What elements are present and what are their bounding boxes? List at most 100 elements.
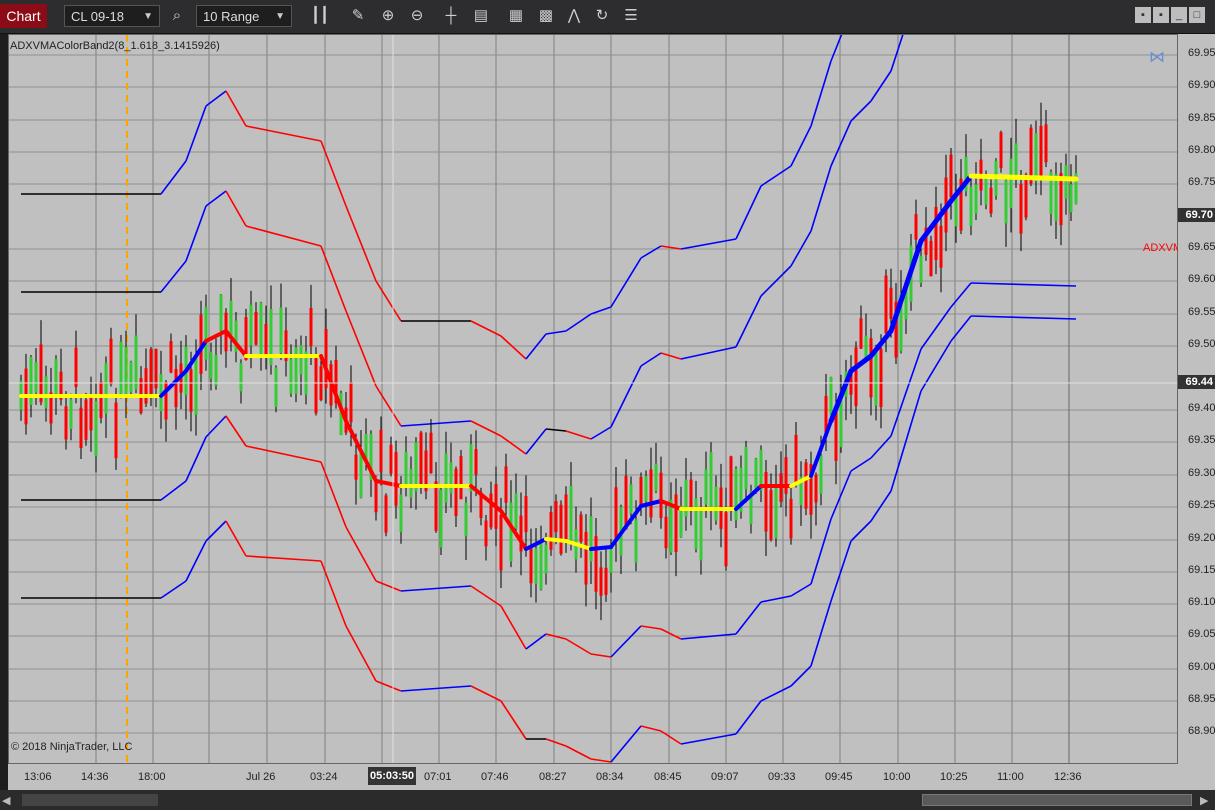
- chart-panel[interactable]: [8, 34, 1178, 764]
- band-segment: [790, 583, 812, 597]
- price-axis-label: 69.60: [1188, 273, 1215, 285]
- pencil-icon[interactable]: ✎: [347, 5, 369, 27]
- price-bar-body: [549, 512, 553, 550]
- price-bar-body: [104, 363, 108, 414]
- price-bar-body: [109, 338, 113, 385]
- adxvma-bands: [21, 35, 1077, 763]
- price-bar-body: [119, 341, 123, 398]
- price-bar-body: [239, 363, 243, 392]
- band-segment: [590, 426, 612, 440]
- price-axis-label: 68.95: [1188, 693, 1215, 705]
- band-segment: [160, 480, 187, 501]
- crosshair-icon[interactable]: ┼: [440, 5, 462, 27]
- price-bar-body: [1004, 180, 1008, 224]
- band-segment: [565, 638, 592, 655]
- horizontal-scrollbar[interactable]: ◀ ▶: [0, 790, 1215, 810]
- price-bar-body: [459, 456, 463, 500]
- price-bar-body: [579, 514, 583, 542]
- price-bar-body: [149, 349, 153, 396]
- price-bar-body: [969, 186, 973, 226]
- price-bar-body: [744, 446, 748, 490]
- scrollbar-track-left[interactable]: [22, 794, 158, 806]
- adxvma-segment: [544, 537, 568, 543]
- price-bar-body: [134, 335, 138, 390]
- band-segment: [890, 390, 922, 492]
- data-box-icon[interactable]: ▤: [470, 5, 492, 27]
- band-segment: [545, 330, 567, 335]
- band-segment: [225, 520, 247, 557]
- price-bar-body: [594, 536, 598, 592]
- minimize-icon[interactable]: _: [1171, 7, 1187, 23]
- chevron-down-icon: ▼: [275, 11, 285, 22]
- time-axis-label: 08:45: [654, 771, 682, 783]
- price-bar-body: [794, 434, 798, 483]
- time-axis-label: 12:36: [1054, 771, 1082, 783]
- refresh-icon[interactable]: ↻: [591, 5, 613, 27]
- adxvma-segment: [848, 353, 874, 374]
- maximize-icon[interactable]: □: [1189, 7, 1205, 23]
- price-bar-body: [819, 455, 823, 494]
- band-segment: [760, 685, 792, 702]
- price-bar-body: [784, 457, 788, 494]
- band-segment: [830, 470, 852, 520]
- time-axis-label: 08:34: [596, 771, 624, 783]
- band-segment: [185, 540, 207, 582]
- price-bar-body: [934, 206, 938, 261]
- price-bar-body: [814, 475, 818, 503]
- panel-expand-icon[interactable]: ⋈: [1149, 47, 1165, 67]
- drawing-tools-icon[interactable]: ⋀: [563, 5, 585, 27]
- price-bar-body: [1014, 143, 1018, 177]
- price-bar-body: [704, 469, 708, 505]
- price-axis-label: 69.05: [1188, 628, 1215, 640]
- price-axis-label: 69.25: [1188, 499, 1215, 511]
- price-bar-body: [529, 546, 533, 584]
- price-bar-body: [39, 344, 43, 403]
- price-bar-body: [219, 294, 223, 331]
- scroll-left-icon[interactable]: ◀: [2, 794, 10, 807]
- price-bar-body: [764, 471, 768, 532]
- indicators-icon[interactable]: ▦: [505, 5, 527, 27]
- zoom-in-icon[interactable]: ⊕: [377, 5, 399, 27]
- band-segment: [680, 238, 737, 250]
- price-chart[interactable]: [9, 35, 1177, 763]
- price-bar-body: [89, 395, 93, 431]
- indicator-tag: ADXVM: [1143, 242, 1183, 254]
- cascade-icon[interactable]: ▪: [1153, 7, 1169, 23]
- time-axis-label: 07:46: [481, 771, 509, 783]
- bar-type-selector[interactable]: 10 Range ▼: [196, 5, 292, 27]
- properties-icon[interactable]: ☰: [620, 5, 642, 27]
- price-bar-body: [989, 187, 993, 214]
- search-icon[interactable]: ⌕: [166, 5, 188, 27]
- tile-icon[interactable]: ▪: [1135, 7, 1151, 23]
- price-bar-body: [324, 329, 328, 389]
- band-segment: [830, 120, 852, 167]
- price-bar-body: [114, 402, 118, 459]
- price-bar-body: [769, 490, 773, 541]
- band-segment: [950, 315, 972, 342]
- instrument-selector[interactable]: CL 09-18 ▼: [64, 5, 160, 27]
- price-bar-body: [264, 323, 268, 358]
- price-bar-body: [379, 429, 383, 473]
- strategies-icon[interactable]: ▩: [535, 5, 557, 27]
- band-segment: [680, 733, 737, 745]
- band-segment: [375, 280, 402, 322]
- band-segment: [545, 428, 567, 432]
- adxvma-line: [19, 173, 1079, 551]
- band-segment: [565, 745, 592, 760]
- price-bar-body: [889, 287, 893, 319]
- price-bar-body: [854, 347, 858, 407]
- scrollbar-thumb[interactable]: [922, 794, 1192, 806]
- zoom-out-icon[interactable]: ⊖: [406, 5, 428, 27]
- band-segment: [590, 306, 612, 315]
- chart-menu-button[interactable]: Chart: [0, 4, 47, 28]
- price-bar-body: [1064, 165, 1068, 199]
- band-segment: [245, 555, 322, 562]
- price-bar-body: [489, 493, 493, 528]
- scroll-right-icon[interactable]: ▶: [1200, 794, 1208, 807]
- band-segment: [590, 758, 612, 763]
- price-bar-body: [1039, 125, 1043, 179]
- price-bar-body: [194, 355, 198, 415]
- price-axis-label: 69.80: [1188, 144, 1215, 156]
- bar-style-icon[interactable]: ┃┃: [309, 5, 331, 27]
- price-bar-body: [534, 548, 538, 584]
